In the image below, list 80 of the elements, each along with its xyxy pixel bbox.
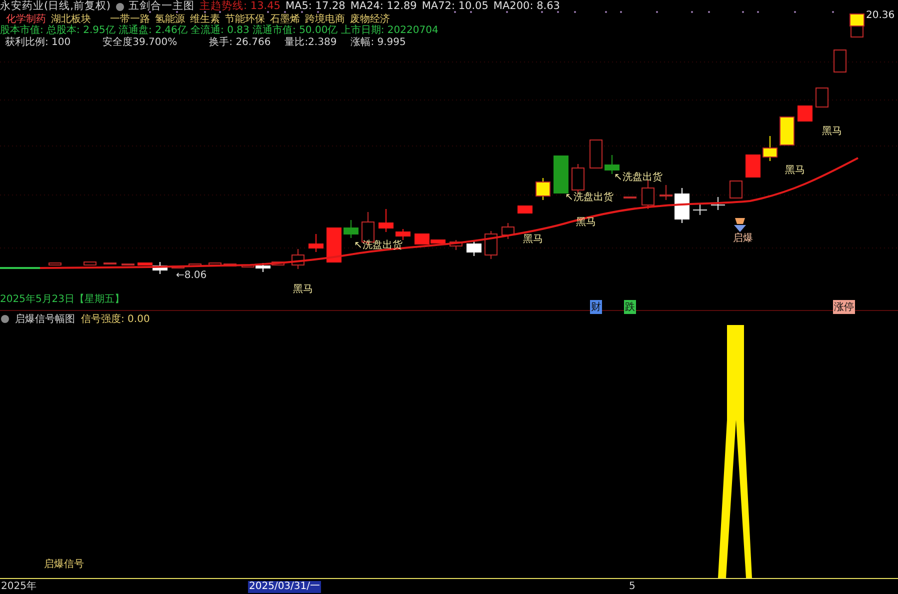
share-stats: 股本市值: 总股本: 2.95亿 流通盘: 2.46亿 全流通: 0.83 流通市值: 50.00亿 上市日期: 20220704 — [0, 25, 438, 36]
sector-tag[interactable]: 废物经济 — [350, 14, 390, 25]
candlestick — [484, 230, 498, 260]
candlestick — [780, 116, 794, 146]
candlestick — [48, 262, 62, 266]
axis-label: 2025/03/31/一 — [248, 581, 322, 593]
signal-label: 黑马 — [523, 233, 543, 246]
candlestick — [104, 262, 116, 264]
metric-value: 涨幅: 9.995 — [350, 36, 406, 48]
candlestick — [378, 208, 394, 232]
candlestick — [84, 262, 96, 266]
candlestick — [122, 264, 134, 266]
candlestick — [624, 196, 636, 198]
candlestick — [172, 266, 184, 268]
candlestick — [674, 188, 690, 224]
ma-value: MA72: 10.05 — [422, 1, 488, 12]
signal-label: 黑马 — [822, 125, 842, 138]
price-label: ←8.06 — [176, 270, 207, 281]
indicator-name: 五剑合一主图 — [128, 1, 195, 12]
sector-tag[interactable]: 氢能源 — [155, 14, 185, 25]
signal-label: 黑马 — [785, 164, 805, 177]
candlestick — [502, 222, 514, 240]
candlestick — [308, 234, 324, 252]
candlestick — [730, 180, 742, 198]
sector-tag[interactable]: 跨境电商 — [305, 14, 345, 25]
ma-value: MA5: 17.28 — [285, 1, 346, 12]
candlestick — [660, 184, 672, 200]
sector-tag[interactable]: 一带一路 — [110, 14, 150, 25]
date-label: 2025年5月23日【星期五】 — [0, 292, 125, 306]
sector-tag[interactable]: 维生素 — [190, 14, 220, 25]
candlestick — [326, 228, 342, 262]
candlestick — [554, 156, 568, 194]
series-label: 启爆信号 — [44, 558, 84, 571]
metric-value: 换手: 26.766 — [209, 36, 271, 48]
indicator-name: 启爆信号幅图 — [15, 312, 75, 326]
candlestick — [798, 106, 812, 122]
metric-value: 获利比例: 100 — [5, 36, 71, 48]
rocket-icon — [734, 218, 746, 232]
event-marker: 财 — [590, 300, 602, 314]
candlestick — [518, 206, 532, 214]
candlestick — [224, 264, 236, 266]
candlestick — [762, 136, 778, 162]
candlestick — [208, 262, 222, 266]
event-marker: 跌 — [624, 300, 636, 314]
candlestick — [816, 88, 828, 108]
candlestick — [466, 240, 482, 256]
signal-label: ↖洗盘出货 — [614, 170, 662, 184]
candlestick — [604, 154, 620, 174]
candlestick — [746, 154, 760, 178]
sector-tag[interactable]: 石墨烯 — [270, 14, 300, 25]
launch-label: 启爆 — [733, 232, 753, 245]
candlestick — [710, 196, 726, 210]
candlestick — [292, 248, 304, 270]
sector-tag[interactable]: 化学制药 — [6, 14, 46, 25]
candlestick — [344, 220, 358, 238]
signal-reading: 信号强度: 0.00 — [81, 312, 150, 326]
candlestick — [850, 14, 864, 38]
metric-value: 量比:2.389 — [284, 36, 337, 48]
signal-label: ↖洗盘出货 — [565, 190, 614, 204]
candlestick — [692, 204, 708, 216]
candlestick — [188, 264, 202, 266]
signal-label: 黑马 — [576, 216, 596, 229]
price-label: 20.36 — [866, 10, 895, 21]
sector-tag[interactable]: 湖北板块 — [51, 14, 91, 25]
ma-value: MA200: 8.63 — [493, 1, 560, 12]
candlestick — [450, 240, 462, 250]
candlestick — [834, 50, 846, 72]
ma-value: MA24: 12.89 — [350, 1, 417, 12]
signal-label: 黑马 — [293, 283, 313, 296]
candlestick — [590, 140, 602, 168]
candlestick — [396, 228, 410, 240]
metric-value: 安全度39.700% — [102, 36, 178, 48]
trend-value: 主趋势线: 13.45 — [200, 1, 280, 12]
axis-label: 2025年 — [0, 581, 38, 593]
sector-tag[interactable]: 节能环保 — [225, 14, 265, 25]
candlestick — [642, 180, 654, 210]
axis-label: 5 — [628, 581, 636, 593]
stock-title: 永安药业(日线,前复权) — [0, 1, 111, 12]
event-marker: 涨停 — [833, 300, 855, 314]
candlestick — [536, 178, 550, 200]
